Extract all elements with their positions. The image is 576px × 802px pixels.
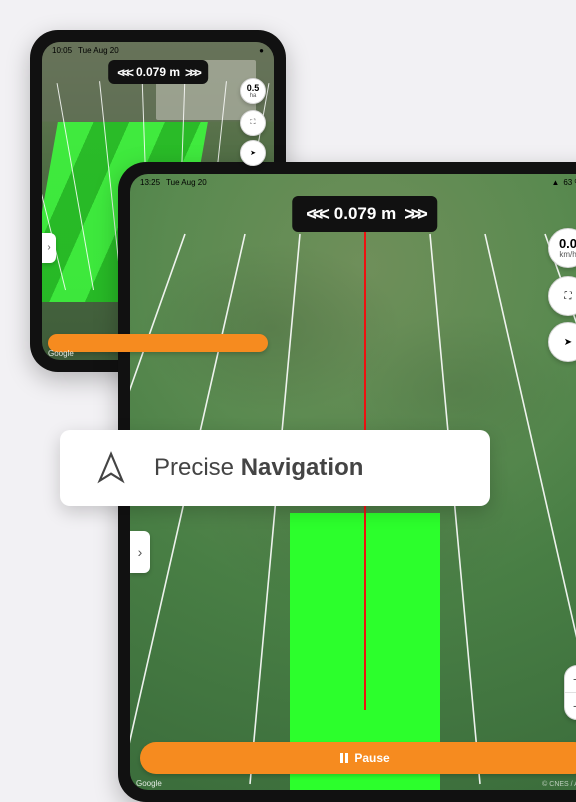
locate-icon: ➤ xyxy=(250,149,256,157)
callout-bold: Navigation xyxy=(241,454,364,481)
side-panel-toggle[interactable]: › xyxy=(42,233,56,263)
side-panel-toggle[interactable]: › xyxy=(130,531,150,573)
status-battery: 63 % xyxy=(563,178,576,187)
speed-unit: ha xyxy=(250,93,257,99)
chevron-left-icon: <<< xyxy=(306,205,326,223)
chevron-right-icon: › xyxy=(47,242,50,253)
status-bar-front: 13:25 Tue Aug 20 ▲ 63 % ▮ xyxy=(130,174,576,190)
feature-callout: Precise Navigation xyxy=(60,430,490,506)
zoom-control: + − xyxy=(564,665,576,720)
locate-button[interactable]: ➤ xyxy=(240,140,266,166)
status-time: 10:05 xyxy=(52,46,72,55)
status-time: 13:25 xyxy=(140,178,160,187)
status-bar-back: 10:05 Tue Aug 20 ● xyxy=(42,42,274,58)
speed-unit: km/h xyxy=(559,250,576,259)
chevron-right-icon: >>> xyxy=(185,66,199,79)
speed-indicator[interactable]: 0.5 ha xyxy=(240,78,266,104)
wifi-icon: ▲ xyxy=(551,178,559,187)
map-attribution: Google xyxy=(48,349,74,358)
wifi-icon: ● xyxy=(259,46,264,55)
navigation-arrow-icon xyxy=(94,451,128,485)
callout-prefix: Precise xyxy=(154,454,241,481)
zoom-in-button[interactable]: + xyxy=(565,666,576,692)
locate-icon: ➤ xyxy=(564,337,572,348)
pause-button[interactable]: Pause xyxy=(140,742,576,774)
fit-icon: ⛶ xyxy=(251,119,256,127)
chevron-right-icon: › xyxy=(138,544,143,560)
deviation-indicator: <<< 0.079 m >>> xyxy=(292,196,437,232)
map-attribution: Google xyxy=(136,779,162,788)
speed-value: 0.0 xyxy=(559,237,576,250)
chevron-left-icon: <<< xyxy=(117,66,131,79)
status-date: Tue Aug 20 xyxy=(166,178,207,187)
fit-view-button[interactable]: ⛶ xyxy=(240,110,266,136)
pause-label: Pause xyxy=(354,751,389,765)
pause-icon xyxy=(340,753,348,763)
callout-text: Precise Navigation xyxy=(154,454,363,482)
deviation-value: 0.079 m xyxy=(136,65,180,79)
zoom-out-button[interactable]: − xyxy=(565,693,576,719)
status-date: Tue Aug 20 xyxy=(78,46,119,55)
fit-icon: ⛶ xyxy=(565,291,572,302)
chevron-right-icon: >>> xyxy=(404,205,424,223)
pause-button[interactable] xyxy=(48,334,268,352)
map-attribution-right: © CNES / Airbus xyxy=(542,781,576,788)
speed-value: 0.5 xyxy=(247,84,260,93)
deviation-value: 0.079 m xyxy=(334,204,396,224)
deviation-indicator: <<< 0.079 m >>> xyxy=(108,60,208,84)
